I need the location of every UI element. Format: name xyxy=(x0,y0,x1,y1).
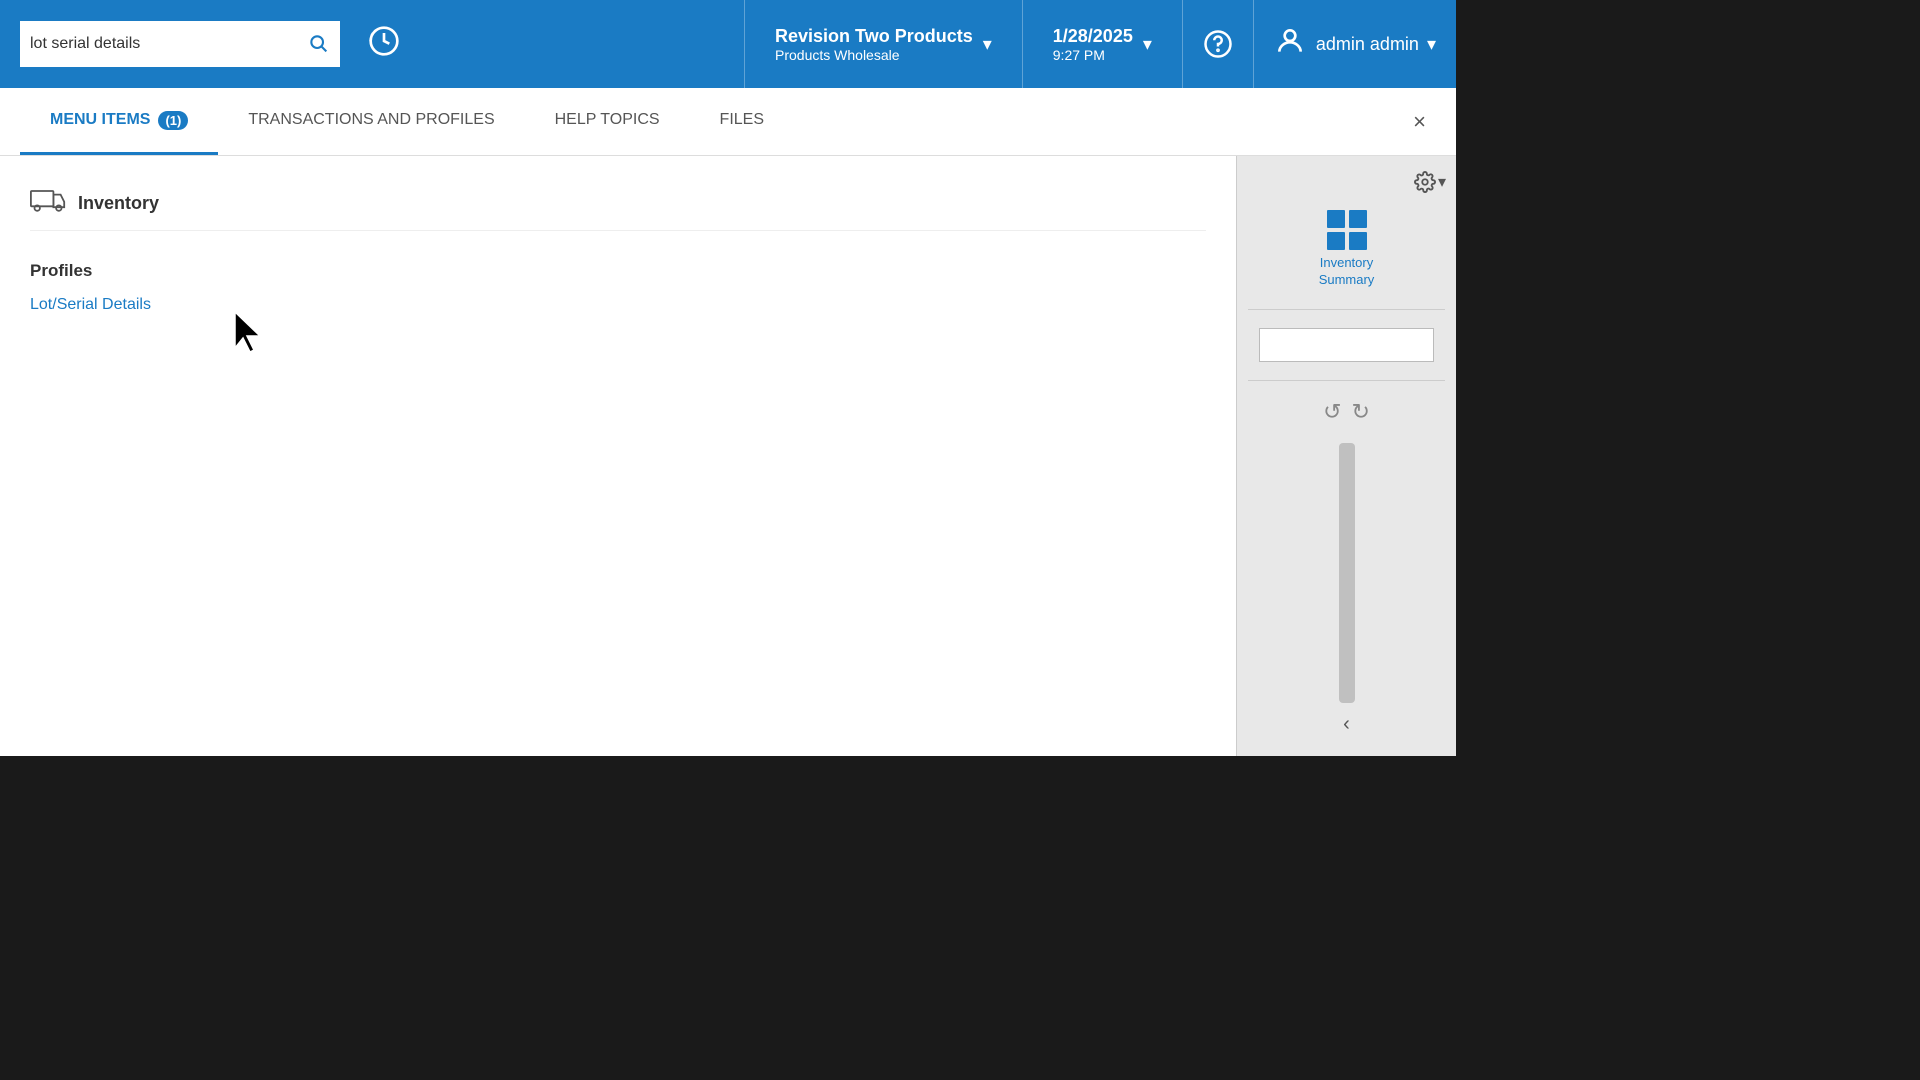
sidebar-search-input[interactable] xyxy=(1259,328,1434,362)
inventory-summary-button[interactable]: InventorySummary xyxy=(1309,198,1385,299)
datetime-info: 1/28/2025 9:27 PM xyxy=(1053,26,1133,63)
help-button[interactable] xyxy=(1183,0,1254,88)
header-bar: Revision Two Products Products Wholesale… xyxy=(0,0,1456,88)
search-tabs: MENU ITEMS (1) TRANSACTIONS AND PROFILES… xyxy=(0,88,1456,156)
inventory-grid-icon xyxy=(1325,208,1369,255)
user-name: admin admin xyxy=(1316,34,1419,55)
tab-menu-items[interactable]: MENU ITEMS (1) xyxy=(20,88,218,155)
lot-serial-details-link[interactable]: Lot/Serial Details xyxy=(30,296,1206,314)
category-header: Inventory xyxy=(30,176,1206,231)
tab-transactions[interactable]: TRANSACTIONS AND PROFILES xyxy=(218,88,524,155)
tab-files[interactable]: FILES xyxy=(690,88,794,155)
company-section[interactable]: Revision Two Products Products Wholesale… xyxy=(744,0,1023,88)
sidebar-scrollbar[interactable] xyxy=(1339,443,1355,703)
tab-files-label: FILES xyxy=(720,111,764,129)
bottom-bar xyxy=(0,968,1920,1080)
profiles-section: Profiles Lot/Serial Details xyxy=(30,251,1206,332)
company-chevron-icon: ▾ xyxy=(983,34,992,55)
tab-menu-items-label: MENU ITEMS xyxy=(50,111,150,129)
sidebar-divider-1 xyxy=(1248,309,1445,310)
main-content: Inventory Profiles Lot/Serial Details ▾ xyxy=(0,156,1456,756)
search-container xyxy=(20,21,340,67)
time-text: 9:27 PM xyxy=(1053,47,1133,63)
sidebar-undo-button[interactable]: ↺ xyxy=(1323,399,1341,425)
datetime-section[interactable]: 1/28/2025 9:27 PM ▾ xyxy=(1023,0,1183,88)
sidebar-redo-button[interactable]: ↻ xyxy=(1352,399,1370,425)
inventory-truck-icon xyxy=(30,186,66,220)
inventory-summary-label: InventorySummary xyxy=(1319,255,1375,289)
date-text: 1/28/2025 xyxy=(1053,26,1133,47)
sidebar-collapse-button[interactable]: ‹ xyxy=(1343,713,1350,736)
sidebar-controls: ↺ ↻ xyxy=(1323,399,1370,425)
gear-chevron-icon: ▾ xyxy=(1438,172,1446,192)
tab-help[interactable]: HELP TOPICS xyxy=(525,88,690,155)
tab-close-button[interactable]: × xyxy=(1403,109,1436,135)
company-name: Revision Two Products xyxy=(775,26,973,47)
search-button[interactable] xyxy=(306,31,330,58)
tab-transactions-label: TRANSACTIONS AND PROFILES xyxy=(248,111,494,129)
user-icon xyxy=(1274,25,1306,64)
tab-menu-items-badge: (1) xyxy=(158,111,188,130)
user-section[interactable]: admin admin ▾ xyxy=(1254,0,1456,88)
sidebar-divider-2 xyxy=(1248,380,1445,381)
right-sidebar: ▾ InventorySummary xyxy=(1236,156,1456,756)
sidebar-top: ▾ xyxy=(1237,166,1456,198)
profiles-title: Profiles xyxy=(30,261,1206,281)
results-panel: Inventory Profiles Lot/Serial Details xyxy=(0,156,1236,756)
category-title: Inventory xyxy=(78,193,159,214)
user-chevron-icon: ▾ xyxy=(1427,34,1436,55)
company-info: Revision Two Products Products Wholesale xyxy=(775,26,973,63)
history-button[interactable] xyxy=(360,17,408,72)
settings-button[interactable]: ▾ xyxy=(1414,171,1446,193)
company-sub: Products Wholesale xyxy=(775,47,973,63)
tab-help-label: HELP TOPICS xyxy=(555,111,660,129)
search-input[interactable] xyxy=(30,35,306,53)
datetime-chevron-icon: ▾ xyxy=(1143,34,1152,55)
